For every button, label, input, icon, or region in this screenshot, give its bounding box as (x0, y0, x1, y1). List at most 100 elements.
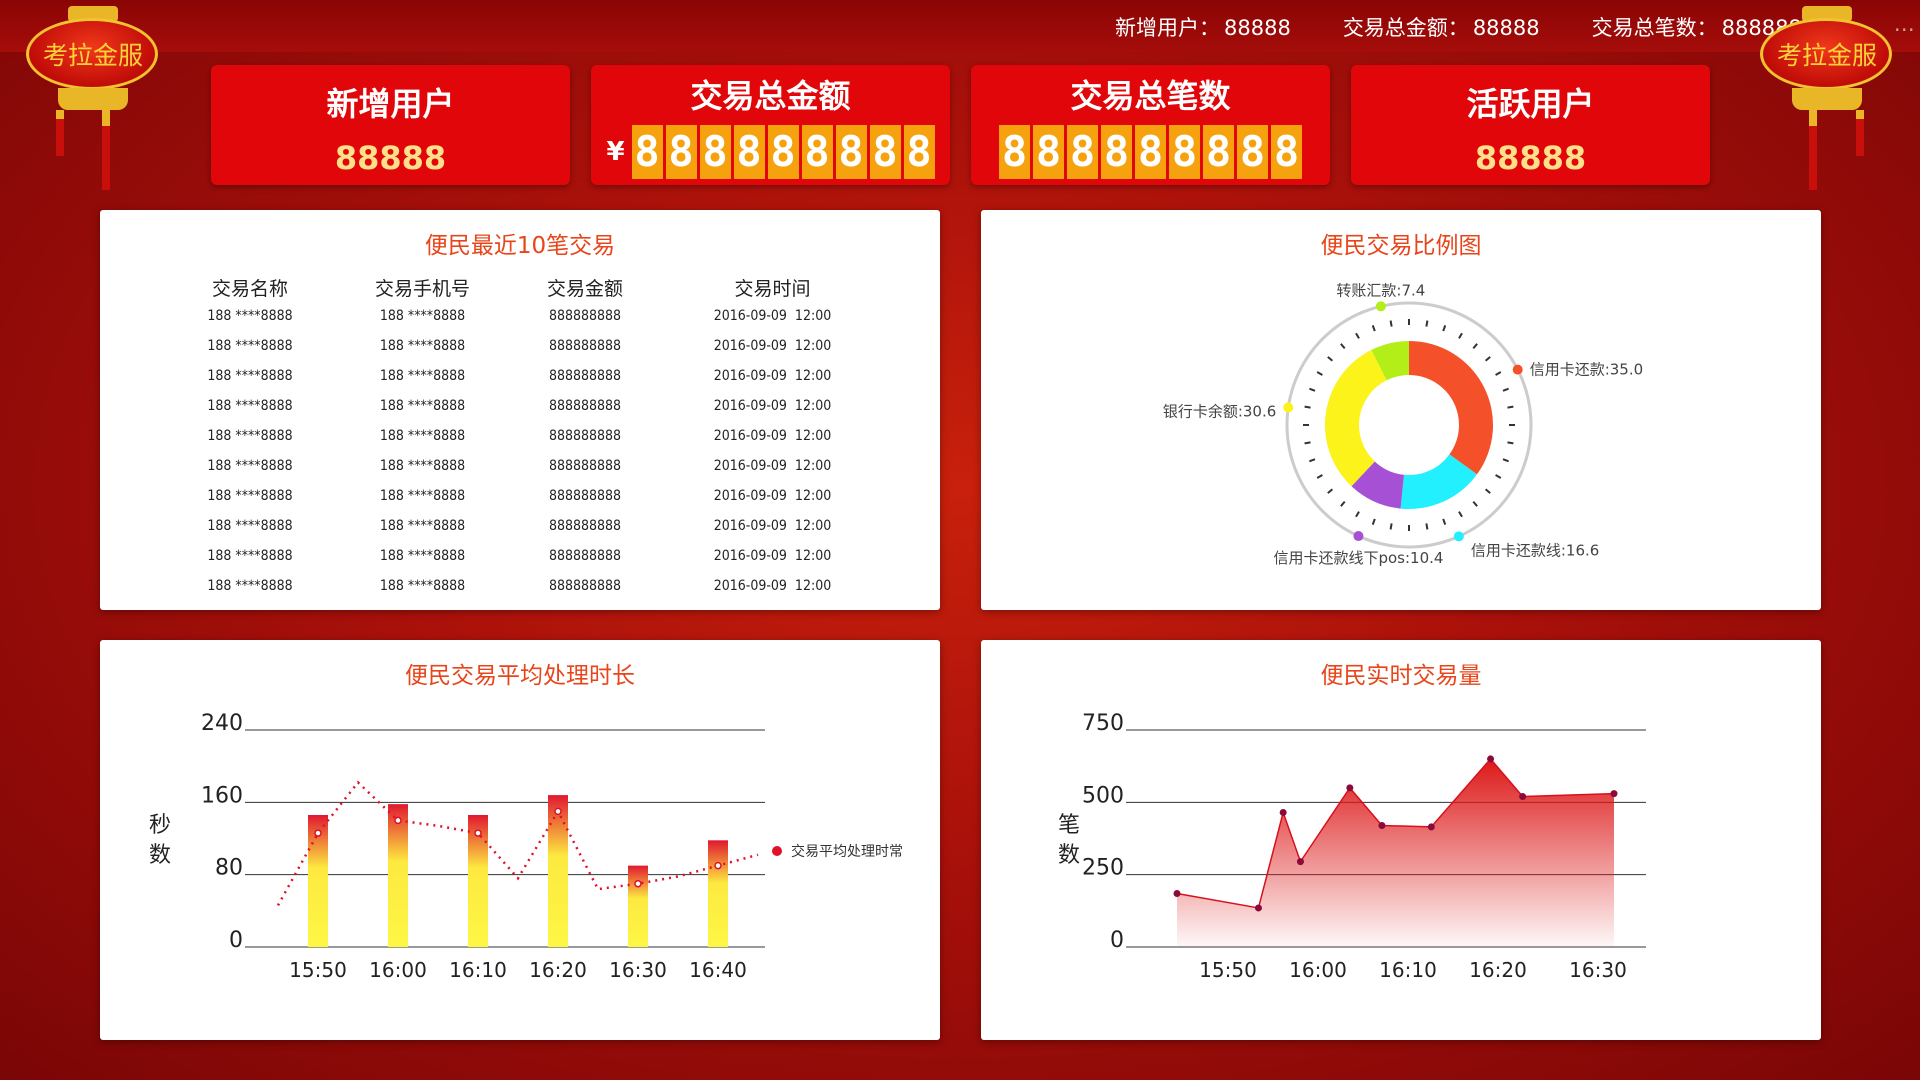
lantern-tassel (102, 110, 110, 190)
table-cell: 888888888 (548, 518, 622, 534)
table-cell: 2016-09-09 12:00 (713, 428, 832, 444)
tick-mark (1458, 332, 1463, 339)
lantern-bottom (58, 88, 128, 110)
kpi-value: 88888 (334, 139, 447, 177)
lantern-right: 考拉金服 (1752, 0, 1902, 200)
transactions-table: 交易名称 交易手机号 交易金额 交易时间 188 ****8888 188 ***… (175, 274, 895, 601)
y-tick-label: 160 (201, 783, 243, 808)
table-cell: 888888888 (548, 368, 622, 384)
digit-cell: 8 (999, 125, 1030, 179)
donut-slice (1409, 341, 1493, 475)
tick-mark (1304, 405, 1311, 409)
currency-symbol: ¥ (606, 137, 625, 167)
table-header-row: 交易名称 交易手机号 交易金额 交易时间 (175, 274, 895, 301)
table-cell: 888888888 (548, 578, 622, 594)
area-point (1610, 790, 1618, 798)
digit-cell: 8 (835, 125, 867, 179)
recent-transactions-panel: 便民最近10笔交易 交易名称 交易手机号 交易金额 交易时间 188 ****8… (100, 210, 940, 610)
table-row: 188 ****8888 188 ****8888 888888888 2016-09… (175, 571, 895, 601)
tick-mark (1371, 518, 1376, 525)
tick-mark (1425, 320, 1429, 327)
table-cell: 2016-09-09 12:00 (713, 308, 832, 324)
table-cell: 2016-09-09 12:00 (713, 368, 832, 384)
digit-cell: 8 (665, 125, 697, 179)
top-stat-value: 88888 (1472, 16, 1540, 40)
table-cell: 188 ****8888 (379, 578, 466, 594)
table-cell: 188 ****8888 (379, 548, 466, 564)
legend-marker (772, 846, 782, 856)
avg-processing-panel: 便民交易平均处理时长 0 80 160 240 秒数 15:50 16:00 16:10 16:… (100, 640, 940, 1040)
digit-cell: 8 (733, 125, 765, 179)
table-cell: 888888888 (548, 398, 622, 414)
digit-cell: 8 (1135, 125, 1166, 179)
transaction-ratio-panel: 便民交易比例图 信用卡还款:35.0 信用卡还款线:16.6 信用卡还款线下pos:… (981, 210, 1821, 610)
table-cell: 888888888 (548, 548, 622, 564)
y-tick-label: 0 (1110, 928, 1124, 953)
donut-chart: 信用卡还款:35.0 信用卡还款线:16.6 信用卡还款线下pos:10.4 银行卡余… (1163, 281, 1643, 567)
table-body: 188 ****8888 188 ****8888 888888888 2016-09… (175, 301, 895, 601)
digit-cell: 8 (1101, 125, 1132, 179)
kpi-value: 88888 (1474, 139, 1587, 177)
top-stat-new-users: 新增用户： 88888 (1115, 12, 1291, 42)
y-axis-label: 笔 (1058, 813, 1080, 838)
tick-mark (1309, 458, 1316, 463)
table-row: 188 ****8888 188 ****8888 888888888 2016-09… (175, 541, 895, 571)
tick-mark (1327, 488, 1334, 494)
x-tick-label: 16:10 (449, 958, 507, 982)
digit-cell: 8 (1237, 125, 1268, 179)
table-cell: 2016-09-09 12:00 (713, 458, 832, 474)
x-tick-label: 16:20 (529, 958, 587, 982)
tick-mark (1507, 441, 1514, 445)
top-stat-label: 新增用户： (1115, 16, 1220, 40)
digit-cell: 8 (869, 125, 901, 179)
tick-mark (1316, 474, 1323, 479)
y-tick-label: 0 (229, 928, 243, 953)
table-cell: 188 ****8888 (207, 518, 293, 534)
table-cell: 2016-09-09 12:00 (713, 488, 832, 504)
line-point (634, 879, 642, 888)
line-point (314, 829, 322, 837)
digit-cell: 8 (1033, 125, 1064, 179)
x-tick-label: 16:10 (1379, 958, 1437, 982)
area-point (1519, 793, 1527, 801)
tick-mark (1316, 371, 1323, 376)
slice-marker (1283, 402, 1294, 413)
area-point (1378, 821, 1386, 829)
lantern-label: 考拉金服 (1776, 41, 1877, 70)
tick-mark (1495, 371, 1502, 376)
x-tick-label: 16:30 (609, 958, 667, 982)
table-cell: 188 ****8888 (379, 458, 466, 474)
area-point (1296, 858, 1304, 866)
digit-cell: 8 (1203, 125, 1234, 179)
line-point (394, 816, 402, 825)
slice-marker (1512, 364, 1523, 375)
tick-mark (1309, 387, 1316, 392)
tick-mark (1442, 325, 1447, 332)
tick-mark (1502, 387, 1509, 392)
top-stat-value: 88888 (1224, 16, 1291, 40)
x-tick-label: 16:40 (689, 958, 747, 982)
kpi-active-users: 活跃用户 88888 (1351, 65, 1710, 185)
table-cell: 188 ****8888 (207, 428, 293, 444)
slice-marker (1353, 531, 1364, 542)
table-row: 188 ****8888 188 ****8888 888888888 2016-09… (175, 511, 895, 541)
top-stat-label: 交易总笔数： (1591, 16, 1718, 40)
column-header: 交易名称 (211, 278, 288, 300)
bar-line-chart: 0 80 160 240 秒数 15:50 16:00 16:10 16:20 16:30 16:4… (149, 711, 903, 982)
lantern-tassel (1809, 110, 1817, 190)
y-tick-label: 250 (1082, 856, 1124, 881)
tick-mark (1495, 474, 1502, 479)
lantern-tassel (56, 110, 64, 156)
y-tick-label: 80 (215, 856, 243, 881)
table-cell: 188 ****8888 (207, 578, 293, 594)
area-point (1427, 823, 1435, 831)
y-axis-label: 秒 (149, 813, 171, 838)
table-cell: 188 ****8888 (379, 518, 466, 534)
digit-cell: 8 (1169, 125, 1200, 179)
y-axis-label: 数 (149, 843, 171, 868)
column-header: 交易时间 (734, 278, 811, 300)
digit-counter: ¥ 888888888 (591, 125, 950, 179)
digit-cell: 8 (767, 125, 799, 179)
table-cell: 188 ****8888 (207, 338, 293, 354)
kpi-total-amount: 交易总金额 ¥ 888888888 (591, 65, 950, 185)
